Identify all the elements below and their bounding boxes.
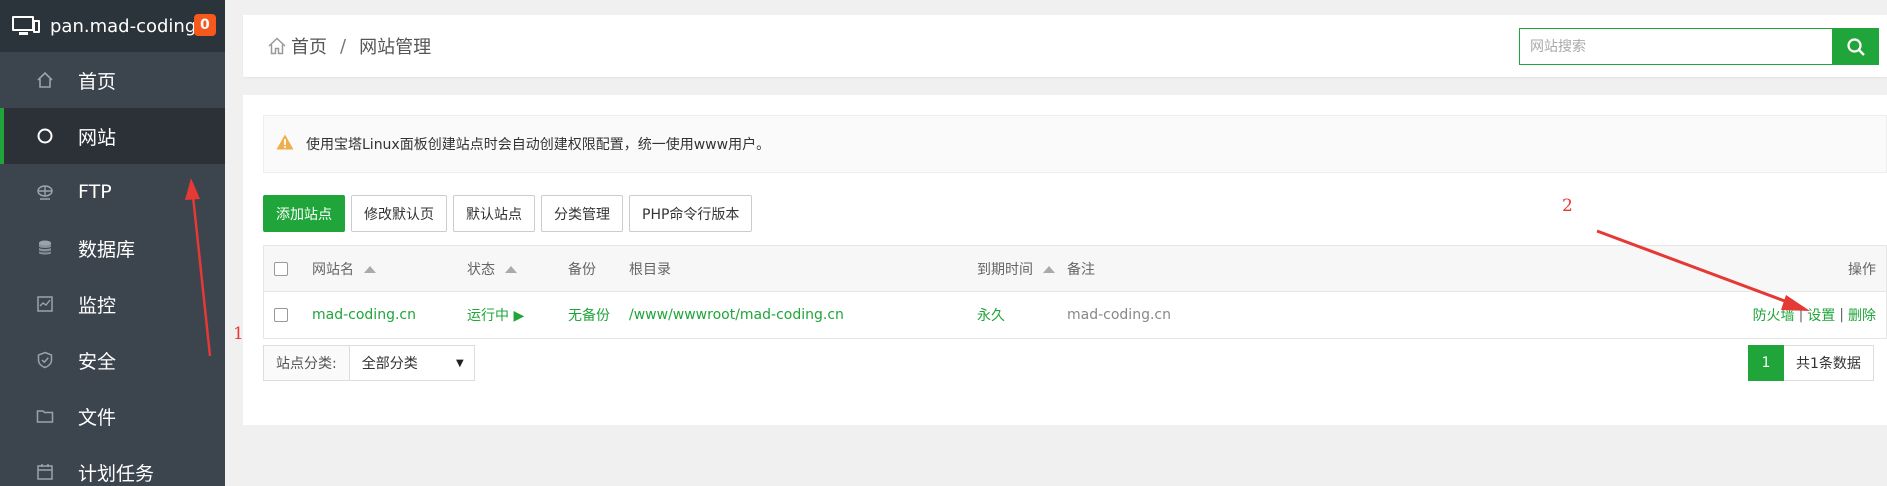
sidebar-item-label: 安全 bbox=[78, 350, 117, 373]
pagination: 1 共1条数据 bbox=[1748, 345, 1874, 381]
header-name[interactable]: 网站名 bbox=[312, 246, 376, 292]
notice-banner: 使用宝塔Linux面板创建站点时会自动创建权限配置，统一使用www用户。 bbox=[263, 115, 1887, 173]
main-panel: 使用宝塔Linux面板创建站点时会自动创建权限配置，统一使用www用户。 添加站… bbox=[243, 95, 1887, 425]
folder-icon bbox=[34, 405, 56, 427]
category-filter: 站点分类: 全部分类 ▼ bbox=[263, 345, 475, 381]
sidebar-item-label: 首页 bbox=[78, 70, 117, 93]
root-dir-link[interactable]: /www/wwwroot/mad-coding.cn bbox=[629, 292, 844, 338]
category-manage-button[interactable]: 分类管理 bbox=[541, 195, 623, 232]
row-checkbox[interactable] bbox=[274, 308, 288, 322]
site-name-link[interactable]: mad-coding.cn bbox=[312, 292, 416, 338]
search-button[interactable] bbox=[1833, 28, 1879, 65]
sidebar-item-ftp[interactable]: FTP bbox=[0, 164, 225, 220]
warning-icon bbox=[276, 134, 294, 154]
server-icon bbox=[12, 16, 40, 36]
sidebar-item-files[interactable]: 文件 bbox=[0, 388, 225, 444]
category-select[interactable]: 全部分类 ▼ bbox=[350, 346, 474, 380]
notification-badge[interactable]: 0 bbox=[194, 14, 216, 36]
search-box bbox=[1519, 28, 1879, 65]
sort-icon bbox=[364, 265, 376, 273]
select-all-checkbox[interactable] bbox=[274, 262, 288, 276]
site-status-toggle[interactable]: 运行中 ▶ bbox=[467, 292, 524, 338]
sidebar-item-label: 文件 bbox=[78, 406, 117, 429]
sidebar: pan.mad-coding. 0 首页 网站 FTP 数据库 监控 安全 文件… bbox=[0, 0, 225, 486]
breadcrumb: 首页 / 网站管理 bbox=[267, 33, 431, 59]
search-icon bbox=[1847, 37, 1865, 56]
sidebar-item-security[interactable]: 安全 bbox=[0, 332, 225, 388]
monitor-icon bbox=[34, 293, 56, 315]
database-icon bbox=[34, 237, 56, 259]
settings-link[interactable]: 设置 bbox=[1807, 305, 1835, 325]
calendar-icon bbox=[34, 461, 56, 483]
ops-separator: | bbox=[1798, 307, 1804, 323]
header-status[interactable]: 状态 bbox=[467, 246, 517, 292]
firewall-link[interactable]: 防火墙 bbox=[1753, 305, 1795, 325]
expire-link[interactable]: 永久 bbox=[977, 292, 1005, 338]
sidebar-item-label: 监控 bbox=[78, 294, 117, 317]
sidebar-item-cron[interactable]: 计划任务 bbox=[0, 444, 225, 486]
remark-field[interactable]: mad-coding.cn bbox=[1067, 292, 1171, 338]
default-site-button[interactable]: 默认站点 bbox=[453, 195, 535, 232]
breadcrumb-home[interactable]: 首页 bbox=[291, 33, 327, 59]
add-site-button[interactable]: 添加站点 bbox=[263, 195, 345, 232]
sidebar-item-website[interactable]: 网站 bbox=[0, 108, 225, 164]
globe-icon bbox=[34, 125, 56, 147]
breadcrumb-current: 网站管理 bbox=[359, 37, 432, 58]
header-expire[interactable]: 到期时间 bbox=[977, 246, 1055, 292]
sidebar-item-label: 网站 bbox=[78, 126, 117, 149]
caret-down-icon: ▼ bbox=[456, 357, 464, 369]
php-cli-version-button[interactable]: PHP命令行版本 bbox=[629, 195, 753, 232]
annotation-label-1: 1 bbox=[233, 324, 244, 344]
toolbar: 添加站点 修改默认页 默认站点 分类管理 PHP命令行版本 bbox=[263, 195, 758, 232]
breadcrumb-separator: / bbox=[340, 35, 347, 57]
ftp-icon bbox=[34, 181, 56, 203]
search-input[interactable] bbox=[1519, 28, 1833, 65]
home-icon[interactable] bbox=[267, 36, 287, 56]
table-header: 网站名 状态 备份 根目录 到期时间 备注 操作 bbox=[264, 246, 1886, 292]
edit-default-page-button[interactable]: 修改默认页 bbox=[351, 195, 447, 232]
site-table: 网站名 状态 备份 根目录 到期时间 备注 操作 mad-coding.cn 运… bbox=[263, 245, 1887, 339]
breadcrumb-bar: 首页 / 网站管理 bbox=[243, 15, 1887, 77]
row-operations: 防火墙 | 设置 | 删除 bbox=[1753, 292, 1876, 338]
total-count: 共1条数据 bbox=[1784, 345, 1874, 381]
backup-link[interactable]: 无备份 bbox=[568, 292, 610, 338]
page-number-current[interactable]: 1 bbox=[1748, 345, 1784, 381]
sidebar-item-label: 计划任务 bbox=[78, 462, 155, 485]
category-select-value: 全部分类 bbox=[361, 356, 418, 372]
sort-icon bbox=[505, 265, 517, 273]
ops-separator: | bbox=[1839, 307, 1844, 323]
header-ops: 操作 bbox=[1848, 262, 1876, 278]
sidebar-item-label: FTP bbox=[78, 181, 112, 203]
category-filter-label: 站点分类: bbox=[264, 346, 350, 380]
delete-link[interactable]: 删除 bbox=[1848, 305, 1876, 325]
home-icon bbox=[34, 69, 56, 91]
sidebar-item-label: 数据库 bbox=[78, 238, 136, 261]
sidebar-item-monitor[interactable]: 监控 bbox=[0, 276, 225, 332]
header-backup: 备份 bbox=[568, 262, 596, 278]
header-remark: 备注 bbox=[1067, 262, 1095, 278]
sidebar-item-home[interactable]: 首页 bbox=[0, 52, 225, 108]
table-row: mad-coding.cn 运行中 ▶ 无备份 /www/wwwroot/mad… bbox=[264, 292, 1886, 338]
annotation-label-2: 2 bbox=[1562, 196, 1573, 216]
header-root: 根目录 bbox=[629, 262, 671, 278]
host-name: pan.mad-coding. bbox=[50, 15, 202, 37]
notice-text: 使用宝塔Linux面板创建站点时会自动创建权限配置，统一使用www用户。 bbox=[306, 137, 771, 153]
sidebar-header: pan.mad-coding. 0 bbox=[0, 0, 225, 52]
sort-icon bbox=[1043, 265, 1055, 273]
shield-icon bbox=[34, 349, 56, 371]
sidebar-item-database[interactable]: 数据库 bbox=[0, 220, 225, 276]
